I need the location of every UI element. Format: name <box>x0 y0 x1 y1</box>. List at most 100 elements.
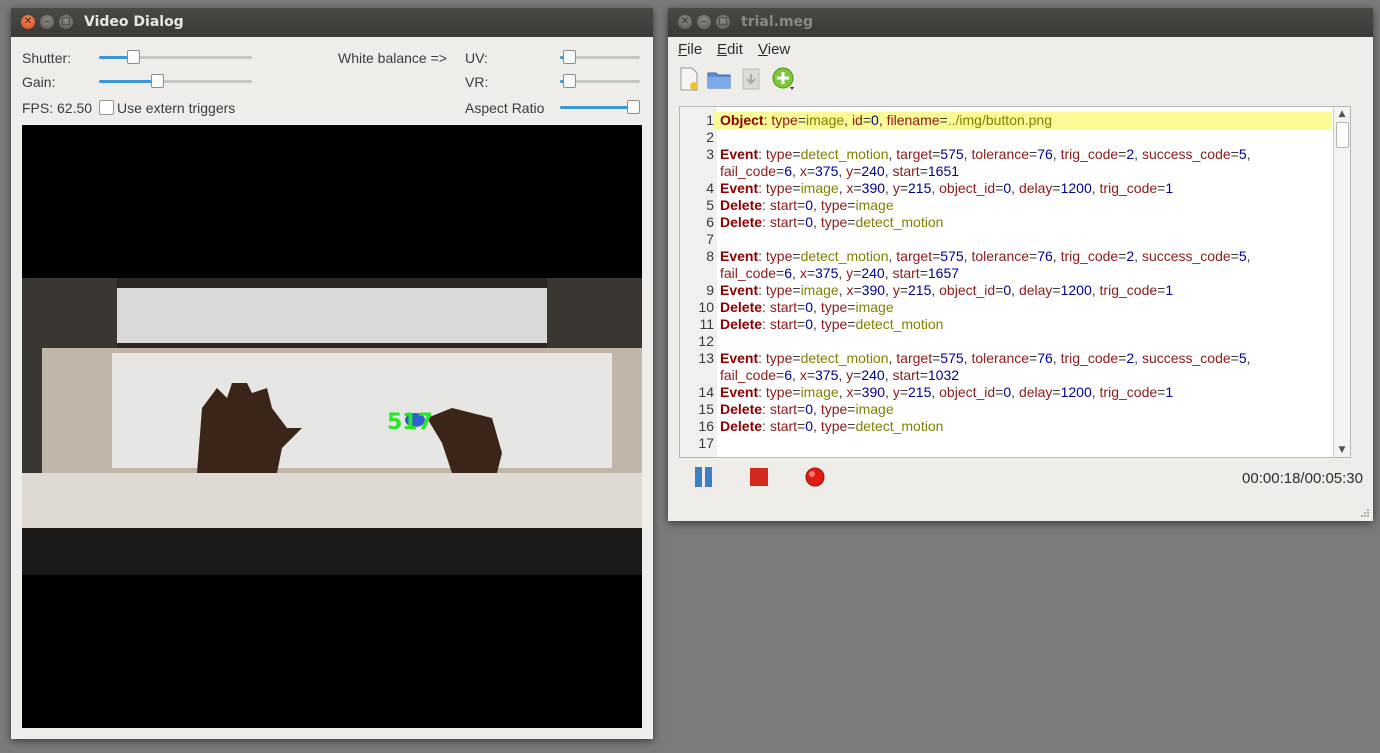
code-token: Event <box>720 146 759 162</box>
code-line[interactable]: fail_code=6, x=375, y=240, start=1657 <box>680 265 1332 282</box>
stop-icon[interactable] <box>747 465 771 489</box>
code-token: = <box>797 299 806 315</box>
scroll-down-icon[interactable]: ▼ <box>1334 443 1350 457</box>
minimize-icon[interactable]: – <box>697 15 711 29</box>
playback-controls: 00:00:18/00:05:30 <box>668 460 1373 496</box>
video-dialog-titlebar[interactable]: ✕ – □ Video Dialog <box>11 8 653 37</box>
code-line[interactable]: 17 <box>680 435 1332 452</box>
code-line[interactable]: 10 Delete: start=0, type=image <box>680 299 1332 316</box>
menu-view[interactable]: View <box>758 41 790 58</box>
code-token: 215 <box>908 384 932 400</box>
extern-triggers-checkbox[interactable] <box>99 100 114 115</box>
code-token: = <box>797 214 806 230</box>
code-token: image <box>800 180 839 196</box>
shutter-slider[interactable] <box>99 50 252 64</box>
vertical-scrollbar[interactable]: ▲ ▼ <box>1333 107 1350 457</box>
code-token: 1 <box>1165 384 1174 400</box>
line-text: Object: type=image, id=0, filename=../im… <box>720 112 1052 129</box>
code-line[interactable]: 2 <box>680 129 1332 146</box>
code-line[interactable]: 12 <box>680 333 1332 350</box>
save-icon[interactable] <box>739 67 763 91</box>
open-folder-icon[interactable] <box>707 67 731 91</box>
maximize-icon[interactable]: □ <box>716 15 730 29</box>
minimize-icon[interactable]: – <box>40 15 54 29</box>
code-token: : <box>758 180 766 196</box>
code-token: Event <box>720 180 759 196</box>
vr-label: VR: <box>465 74 489 90</box>
code-token: start <box>769 299 798 315</box>
line-number: 11 <box>680 316 714 333</box>
maximize-icon[interactable]: □ <box>59 15 73 29</box>
record-icon[interactable] <box>803 465 827 489</box>
code-line[interactable]: 11 Delete: start=0, type=detect_motion <box>680 316 1332 333</box>
code-token: : <box>758 384 766 400</box>
code-token: 240 <box>861 367 885 383</box>
code-line[interactable]: 1 Object: type=image, id=0, filename=../i… <box>680 112 1332 129</box>
uv-slider[interactable] <box>560 50 640 64</box>
code-token: = <box>806 265 815 281</box>
code-token: = <box>899 384 908 400</box>
code-line[interactable]: 7 <box>680 231 1332 248</box>
code-token: = <box>1052 180 1061 196</box>
code-line[interactable]: 6 Delete: start=0, type=detect_motion <box>680 214 1332 231</box>
code-line[interactable]: 14 Event: type=image, x=390, y=215, objec… <box>680 384 1332 401</box>
line-number: 16 <box>680 418 714 435</box>
code-token: type <box>765 350 793 366</box>
code-token: = <box>1230 146 1239 162</box>
close-icon[interactable]: ✕ <box>678 15 692 29</box>
code-token: filename <box>886 112 940 128</box>
code-line[interactable]: 8 Event: type=detect_motion, target=575, … <box>680 248 1332 265</box>
menu-edit[interactable]: Edit <box>717 41 743 58</box>
code-token: start <box>769 214 798 230</box>
code-token: , <box>813 197 821 213</box>
editor-titlebar[interactable]: ✕ – □ trial.meg <box>668 8 1373 37</box>
code-token: y <box>892 384 900 400</box>
code-editor[interactable]: 1 Object: type=image, id=0, filename=../i… <box>679 106 1351 458</box>
pause-icon[interactable] <box>692 465 716 489</box>
code-line[interactable]: fail_code=6, x=375, y=240, start=1032 <box>680 367 1332 384</box>
line-text: fail_code=6, x=375, y=240, start=1032 <box>720 367 959 384</box>
code-line[interactable]: 15 Delete: start=0, type=image <box>680 401 1332 418</box>
scroll-up-icon[interactable]: ▲ <box>1334 107 1350 121</box>
code-token: = <box>806 163 815 179</box>
code-token: : <box>758 248 766 264</box>
code-line[interactable]: 9 Event: type=image, x=390, y=215, object… <box>680 282 1332 299</box>
slider-thumb[interactable] <box>627 100 640 114</box>
vr-slider[interactable] <box>560 74 640 88</box>
code-token: = <box>919 265 928 281</box>
code-token: trig_code <box>1060 350 1119 366</box>
code-token: trig_code <box>1099 180 1158 196</box>
slider-thumb[interactable] <box>151 74 164 88</box>
code-token: = <box>792 384 801 400</box>
code-token: = <box>939 112 948 128</box>
close-icon[interactable]: ✕ <box>21 15 35 29</box>
code-token: , <box>792 163 800 179</box>
code-line[interactable]: 3 Event: type=detect_motion, target=575, … <box>680 146 1332 163</box>
code-token: , <box>813 401 821 417</box>
resize-grip-icon[interactable] <box>1360 508 1370 518</box>
code-line[interactable]: 4 Event: type=image, x=390, y=215, object… <box>680 180 1332 197</box>
code-token: , <box>838 367 847 383</box>
aspect-ratio-slider[interactable] <box>560 100 640 114</box>
slider-thumb[interactable] <box>563 74 576 88</box>
code-token: = <box>792 282 801 298</box>
add-icon[interactable] <box>772 67 796 91</box>
code-token: Event <box>720 384 759 400</box>
code-token: success_code <box>1141 248 1231 264</box>
scrollbar-thumb[interactable] <box>1336 122 1349 148</box>
line-text: Event: type=image, x=390, y=215, object_… <box>720 282 1173 299</box>
line-text: Delete: start=0, type=image <box>720 197 894 214</box>
new-file-icon[interactable] <box>677 67 701 91</box>
line-text: Delete: start=0, type=detect_motion <box>720 316 943 333</box>
code-token: = <box>1230 350 1239 366</box>
code-line[interactable]: fail_code=6, x=375, y=240, start=1651 <box>680 163 1332 180</box>
slider-thumb[interactable] <box>563 50 576 64</box>
code-line[interactable]: 16 Delete: start=0, type=detect_motion <box>680 418 1332 435</box>
code-token: target <box>896 248 933 264</box>
gain-slider[interactable] <box>99 74 252 88</box>
menu-file[interactable]: File <box>678 41 702 58</box>
code-token: fail_code <box>720 265 777 281</box>
slider-thumb[interactable] <box>127 50 140 64</box>
code-line[interactable]: 13 Event: type=detect_motion, target=575,… <box>680 350 1332 367</box>
code-line[interactable]: 5 Delete: start=0, type=image <box>680 197 1332 214</box>
